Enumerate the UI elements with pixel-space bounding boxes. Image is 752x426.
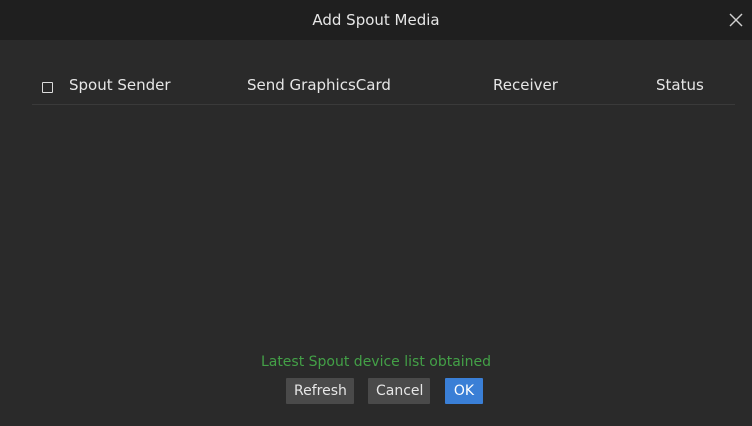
column-send-graphics-card[interactable]: Send GraphicsCard (247, 76, 391, 94)
sender-table-header: Spout Sender Send GraphicsCard Receiver … (32, 72, 735, 105)
title-bar: Add Spout Media (0, 0, 752, 40)
ok-button[interactable]: OK (445, 378, 483, 404)
cancel-button[interactable]: Cancel (368, 378, 430, 404)
add-spout-media-dialog: Add Spout Media Spout Sender Send Graphi… (0, 0, 752, 426)
column-receiver[interactable]: Receiver (493, 76, 558, 94)
status-message: Latest Spout device list obtained (260, 354, 492, 370)
refresh-button[interactable]: Refresh (286, 378, 354, 404)
column-spout-sender[interactable]: Spout Sender (69, 76, 171, 94)
select-all-checkbox[interactable] (42, 82, 53, 93)
column-status[interactable]: Status (656, 76, 704, 94)
close-icon[interactable] (726, 10, 746, 30)
dialog-title: Add Spout Media (312, 11, 440, 29)
